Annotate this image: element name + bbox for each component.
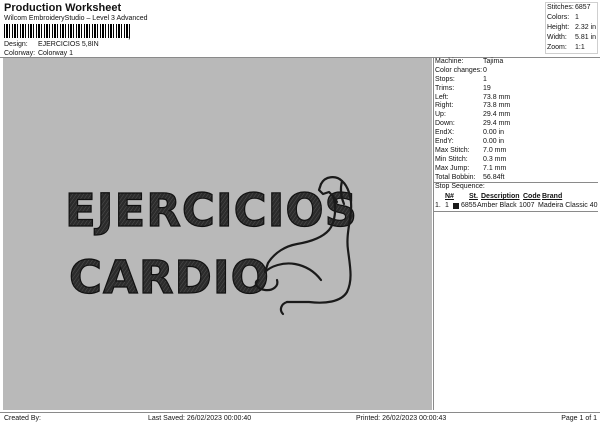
- stop-sequence-row: 1. 1 6855 Amber Black 1007 Madeira Class…: [435, 202, 598, 210]
- stat-row: Stitches:6857: [547, 4, 591, 11]
- machine-info-label: Max Jump:: [435, 164, 470, 172]
- machine-info-value: 29.4 mm: [483, 120, 511, 128]
- machine-info-value: 7.1 mm: [483, 164, 507, 172]
- machine-info-row: Max Jump: 7.1 mm: [434, 165, 598, 174]
- design-value: EJERCICIOS 5,8IN: [37, 41, 99, 48]
- machine-info-row: Stops: 1: [434, 76, 598, 85]
- machine-info-row: Color changes:0: [434, 67, 598, 76]
- design-artwork: EJERCICIOS CARDIO: [64, 176, 358, 316]
- page-number: Page 1 of 1: [561, 415, 597, 422]
- machine-info-value: 29.4 mm: [483, 111, 511, 119]
- machine-info-row: Up: 29.4 mm: [434, 111, 598, 120]
- machine-info-label: Color changes:: [435, 66, 483, 74]
- design-text-line2: CARDIO: [69, 251, 270, 304]
- printed-date: Printed: 26/02/2023 00:00:43: [356, 415, 447, 422]
- stop-sequence-divider: [434, 211, 598, 213]
- machine-info-list: Machine: Tajima Color changes:0 Stops: 1 Trim…: [434, 58, 598, 182]
- design-label: Design:: [4, 41, 28, 48]
- created-by: Created By:: [4, 415, 41, 422]
- worksheet-title: Production Worksheet: [4, 2, 122, 14]
- stat-row: Colors: 1: [547, 14, 579, 21]
- machine-info-value: 7.0 mm: [483, 146, 507, 154]
- machine-info-label: Trims:: [435, 84, 455, 92]
- machine-info-label: Down:: [435, 120, 455, 128]
- machine-info-label: EndY:: [435, 138, 454, 146]
- barcode-mark: ,: [128, 30, 131, 40]
- machine-info-row: Machine: Tajima: [434, 58, 598, 67]
- colorway-value: Colorway 1: [37, 50, 73, 57]
- machine-info-value: 0.00 in: [483, 138, 505, 146]
- machine-info-row: Min Stitch: 0.3 mm: [434, 156, 598, 165]
- machine-info-value: 73.8 mm: [483, 93, 511, 101]
- machine-info-label: Right:: [435, 102, 454, 110]
- machine-info-value: 1: [483, 75, 487, 83]
- col-st: St.: [469, 193, 478, 201]
- colorway-row: Colorway: Colorway 1: [4, 50, 73, 57]
- machine-info-label: Up:: [435, 111, 446, 119]
- thread-color-swatch: [453, 202, 459, 209]
- machine-info-row: EndX: 0.00 in: [434, 129, 598, 138]
- machine-info-row: Right: 73.8 mm: [434, 102, 598, 111]
- machine-info-label: Machine:: [435, 58, 464, 65]
- stop-sequence-title: Stop Sequence:: [435, 183, 485, 191]
- footer: Created By: Last Saved: 26/02/2023 00:00…: [0, 412, 600, 424]
- software-subtitle: Wilcom EmbroideryStudio – Level 3 Advanc…: [4, 15, 148, 22]
- design-preview: EJERCICIOS CARDIO: [3, 58, 432, 410]
- top-stats-box: Stitches:6857 Colors: 1 Height: 2.32 in Wi…: [545, 2, 598, 54]
- last-saved: Last Saved: 26/02/2023 00:00:40: [148, 415, 252, 422]
- design-text-line1: EJERCICIOS: [65, 184, 358, 237]
- machine-info-row: Left: 73.8 mm: [434, 94, 598, 103]
- stat-row: Zoom: 1:1: [547, 44, 585, 51]
- stat-row: Width: 5.81 in: [547, 34, 597, 41]
- col-code: Code: [523, 193, 541, 201]
- machine-info-value: Tajima: [483, 58, 504, 65]
- machine-info-value: 0.3 mm: [483, 155, 507, 163]
- machine-info-row: Max Stitch: 7.0 mm: [434, 147, 598, 156]
- machine-info-label: Max Stitch:: [435, 146, 470, 154]
- machine-info-value: 19: [483, 84, 491, 92]
- col-description: Description: [481, 193, 520, 201]
- colorway-label: Colorway:: [4, 50, 36, 57]
- machine-info-row: Total Bobbin: 56.84ft: [434, 174, 598, 183]
- machine-info-value: 0: [483, 66, 487, 74]
- machine-info-label: Stops:: [435, 75, 455, 83]
- stop-sequence-header: N# St. Description Code Brand: [434, 192, 598, 201]
- barcode: [4, 24, 130, 38]
- machine-info-value: 56.84ft: [483, 173, 505, 181]
- machine-info-label: Total Bobbin:: [435, 173, 476, 181]
- machine-info-label: Min Stitch:: [435, 155, 468, 163]
- machine-info-label: Left:: [435, 93, 449, 101]
- col-n: N#: [445, 193, 454, 201]
- machine-info-value: 0.00 in: [483, 129, 505, 137]
- design-name-row: Design: EJERCICIOS 5,8IN: [4, 41, 99, 48]
- col-brand: Brand: [542, 193, 563, 201]
- machine-info-row: EndY: 0.00 in: [434, 138, 598, 147]
- stat-row: Height: 2.32 in: [547, 24, 597, 31]
- machine-info-row: Down: 29.4 mm: [434, 120, 598, 129]
- machine-info-value: 73.8 mm: [483, 102, 511, 110]
- machine-info-row: Trims: 19: [434, 85, 598, 94]
- info-panel: Machine: Tajima Color changes:0 Stops: 1 Trim…: [433, 58, 598, 410]
- machine-info-label: EndX:: [435, 129, 455, 137]
